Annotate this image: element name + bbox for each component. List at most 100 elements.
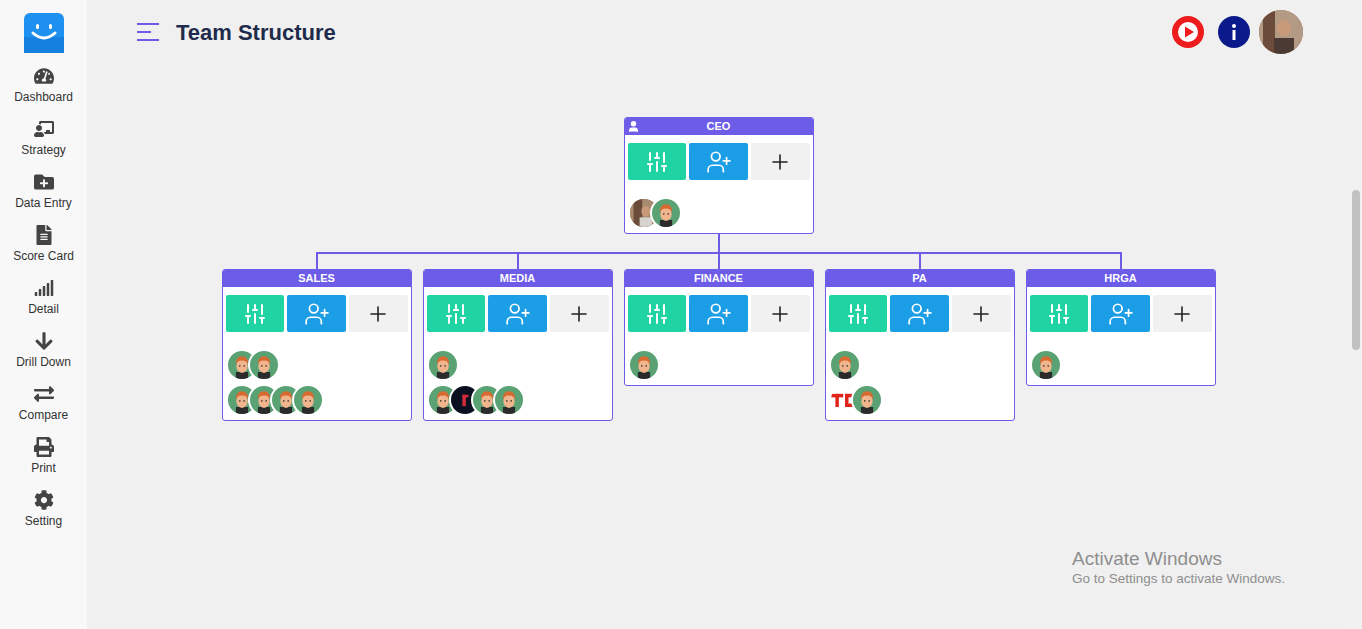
connector-line <box>718 252 720 269</box>
avatar-icon <box>652 199 680 227</box>
app-logo[interactable] <box>24 13 64 53</box>
org-node: SALES <box>222 269 412 421</box>
member-row <box>226 349 408 381</box>
scrollbar[interactable] <box>1350 0 1362 629</box>
main-area: Team Structure CEO SALES MEDIA FINANCE PA HRGA <box>87 0 1350 629</box>
sidebar-item-icon <box>34 172 54 192</box>
node-header: CEO <box>625 118 813 135</box>
plus-icon <box>969 302 993 326</box>
logo-icon <box>24 13 64 53</box>
member-avatar[interactable] <box>248 349 280 381</box>
node-title: CEO <box>707 120 731 133</box>
sidebar-item[interactable]: Data Entry <box>0 170 87 223</box>
settings-button[interactable] <box>829 295 888 332</box>
plus-icon <box>366 302 390 326</box>
member-avatar[interactable] <box>1030 349 1062 381</box>
plus-icon <box>768 150 792 174</box>
add-member-button[interactable] <box>689 295 748 332</box>
sidebar-item-icon <box>34 225 54 245</box>
member-row <box>628 197 810 229</box>
node-actions <box>625 287 813 332</box>
profile-avatar[interactable] <box>1259 10 1303 54</box>
add-node-button[interactable] <box>751 295 810 332</box>
add-member-button[interactable] <box>890 295 949 332</box>
settings-button[interactable] <box>628 295 687 332</box>
avatar-icon <box>630 351 658 379</box>
sidebar-item[interactable]: Print <box>0 435 87 488</box>
avatar-icon <box>495 386 523 414</box>
node-title: SALES <box>298 272 335 285</box>
org-chart: CEO SALES MEDIA FINANCE PA HRGA <box>87 64 1350 421</box>
add-node-button[interactable] <box>1153 295 1212 332</box>
sliders-icon <box>645 150 669 174</box>
video-button[interactable] <box>1172 16 1204 48</box>
node-title: MEDIA <box>500 272 535 285</box>
member-list <box>223 332 411 420</box>
member-avatar[interactable] <box>292 384 324 416</box>
connector-line <box>919 252 921 269</box>
settings-button[interactable] <box>1030 295 1089 332</box>
sidebar-item[interactable]: Detail <box>0 276 87 329</box>
menu-button[interactable] <box>137 22 161 42</box>
org-node: FINANCE <box>624 269 814 386</box>
user-plus-icon <box>304 301 330 327</box>
sidebar-item-icon <box>34 278 54 298</box>
sidebar-item-icon <box>34 119 54 139</box>
settings-button[interactable] <box>226 295 285 332</box>
connector-line <box>718 234 720 252</box>
member-avatar[interactable] <box>650 197 682 229</box>
settings-button[interactable] <box>427 295 486 332</box>
sidebar-item[interactable]: Compare <box>0 382 87 435</box>
node-header: FINANCE <box>625 270 813 287</box>
sidebar-item[interactable]: Drill Down <box>0 329 87 382</box>
node-header: MEDIA <box>424 270 612 287</box>
member-list <box>826 332 1014 420</box>
add-member-button[interactable] <box>287 295 346 332</box>
sidebar-item-icon <box>34 66 54 86</box>
add-member-button[interactable] <box>1091 295 1150 332</box>
member-list <box>625 332 813 385</box>
avatar-icon <box>831 351 859 379</box>
sidebar-item[interactable]: Setting <box>0 488 87 541</box>
member-row <box>427 384 609 416</box>
sidebar-item-icon <box>34 384 54 404</box>
add-node-button[interactable] <box>751 143 810 180</box>
member-row <box>829 349 1011 381</box>
member-avatar[interactable] <box>851 384 883 416</box>
sliders-icon <box>846 302 870 326</box>
add-member-button[interactable] <box>488 295 547 332</box>
windows-watermark: Activate WindowsGo to Settings to activa… <box>1072 548 1285 588</box>
sliders-icon <box>645 302 669 326</box>
plus-icon <box>567 302 591 326</box>
add-node-button[interactable] <box>952 295 1011 332</box>
add-node-button[interactable] <box>349 295 408 332</box>
node-header: HRGA <box>1027 270 1215 287</box>
node-actions <box>1027 287 1215 332</box>
settings-button[interactable] <box>628 143 687 180</box>
sidebar-item[interactable]: Dashboard <box>0 64 87 117</box>
node-title: PA <box>912 272 926 285</box>
sidebar-item[interactable]: Strategy <box>0 117 87 170</box>
avatar-icon <box>294 386 322 414</box>
member-avatar[interactable] <box>829 349 861 381</box>
sliders-icon <box>444 302 468 326</box>
org-node: CEO <box>624 117 814 234</box>
avatar-icon <box>250 351 278 379</box>
member-avatar[interactable] <box>628 349 660 381</box>
add-member-button[interactable] <box>689 143 748 180</box>
top-bar: Team Structure <box>87 0 1350 64</box>
member-avatar[interactable] <box>427 349 459 381</box>
node-actions <box>424 287 612 332</box>
info-button[interactable] <box>1218 16 1250 48</box>
connector-line <box>316 252 318 269</box>
member-row <box>1030 349 1212 381</box>
org-node: MEDIA <box>423 269 613 421</box>
node-title: FINANCE <box>694 272 743 285</box>
user-plus-icon <box>505 301 531 327</box>
add-node-button[interactable] <box>550 295 609 332</box>
member-avatar[interactable] <box>493 384 525 416</box>
user-plus-icon <box>706 149 732 175</box>
sidebar-item[interactable]: Score Card <box>0 223 87 276</box>
member-list <box>1027 332 1215 385</box>
node-actions <box>625 135 813 180</box>
